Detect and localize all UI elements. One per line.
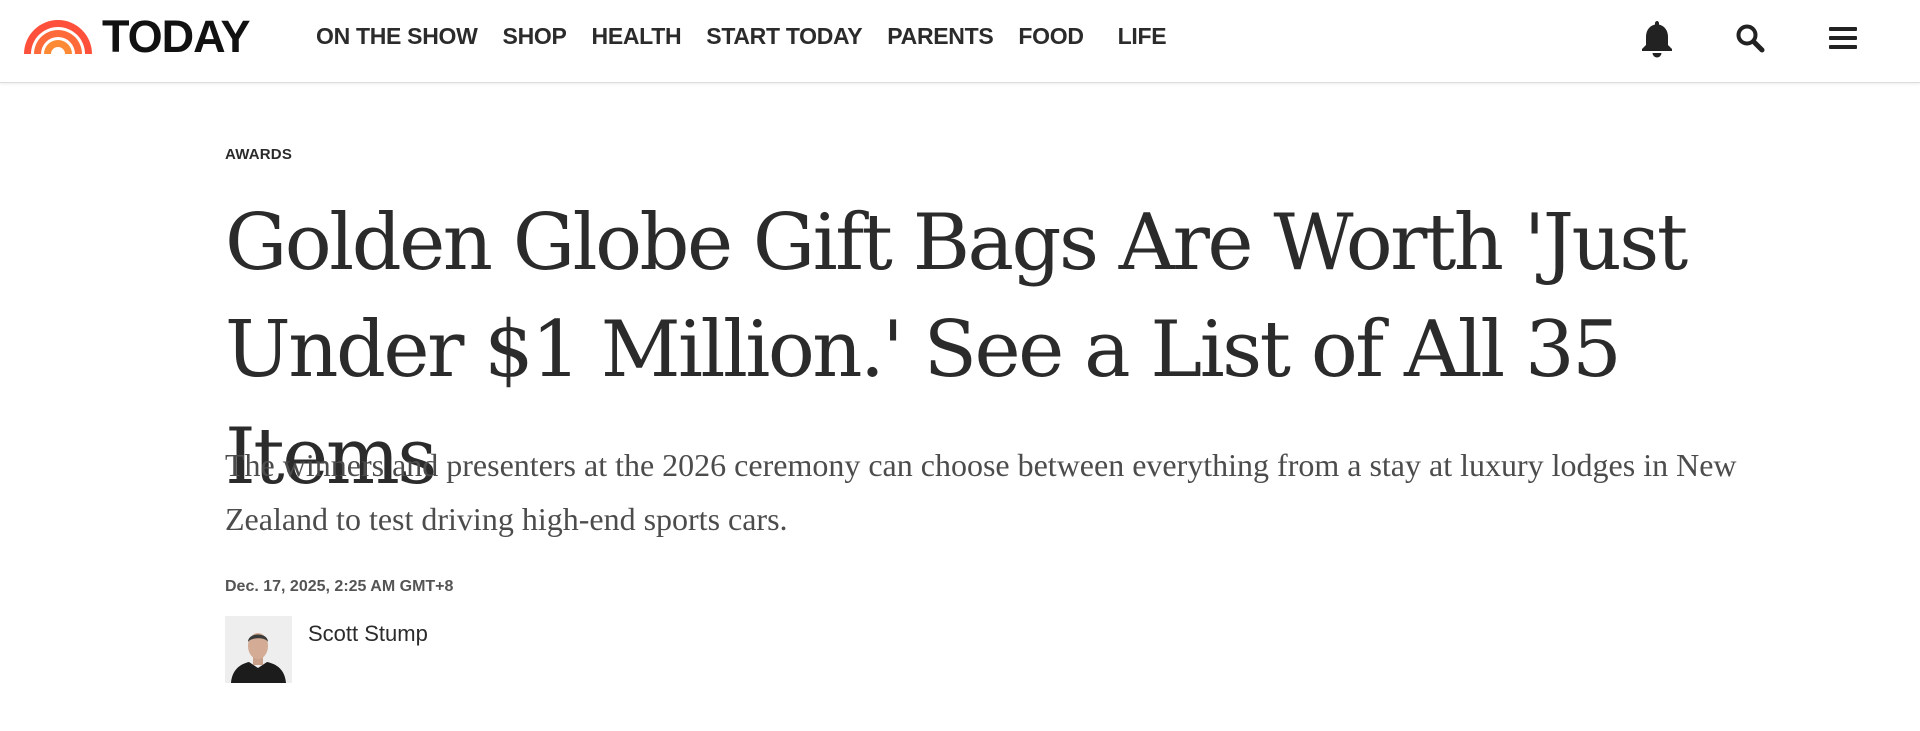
nav-item-shop[interactable]: SHOP xyxy=(503,23,567,50)
site-header: TODAY ON THE SHOW SHOP HEALTH START TODA… xyxy=(0,0,1920,83)
nav-item-on-the-show[interactable]: ON THE SHOW xyxy=(316,23,478,50)
menu-icon[interactable] xyxy=(1823,18,1863,58)
category-label[interactable]: AWARDS xyxy=(225,146,292,163)
nav-item-health[interactable]: HEALTH xyxy=(592,23,682,50)
logo-wordmark: TODAY xyxy=(102,10,251,62)
article-dek: The winners and presenters at the 2026 c… xyxy=(225,447,1737,537)
today-logo[interactable]: TODAY xyxy=(22,10,251,62)
nav-item-food[interactable]: FOOD xyxy=(1018,23,1084,50)
nav-item-start-today[interactable]: START TODAY xyxy=(706,23,862,50)
nav-item-parents[interactable]: PARENTS xyxy=(887,23,993,50)
main-nav: ON THE SHOW SHOP HEALTH START TODAY PARE… xyxy=(316,20,1191,52)
rainbow-logo-icon xyxy=(24,20,92,54)
author-avatar[interactable] xyxy=(225,616,292,683)
byline: Scott Stump xyxy=(225,616,428,683)
author-name[interactable]: Scott Stump xyxy=(308,621,428,647)
publish-timestamp: Dec. 17, 2025, 2:25 AM GMT+8 xyxy=(225,578,454,595)
search-icon[interactable] xyxy=(1730,18,1770,58)
bell-icon[interactable] xyxy=(1637,18,1677,58)
nav-item-life[interactable]: LIFE xyxy=(1118,23,1167,50)
